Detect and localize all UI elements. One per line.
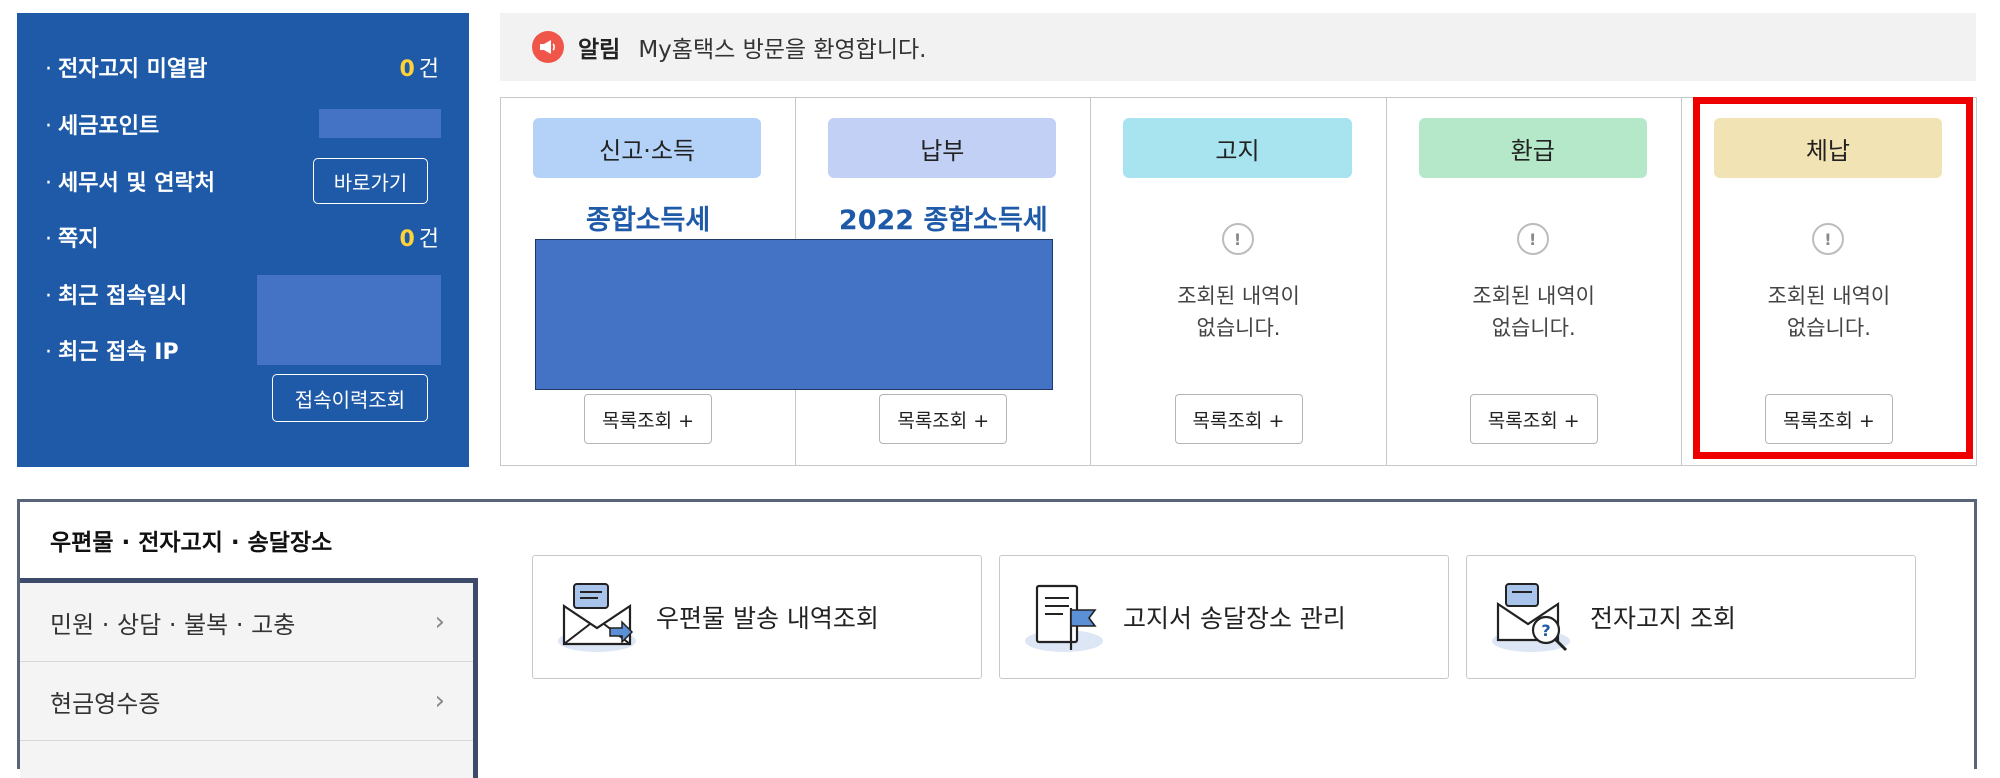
card-notice-empty: 조회된 내역이없습니다.	[1091, 280, 1385, 344]
last-ip-label: 최근 접속 IP	[58, 340, 179, 365]
card-refund-list-button[interactable]: 목록조회 +	[1469, 394, 1598, 444]
side-item-civil-complaints[interactable]: 민원 · 상담 · 불복 · 고충 ›	[20, 583, 473, 662]
side-menu: 민원 · 상담 · 불복 · 고충 › 현금영수증 ›	[20, 578, 478, 778]
profile-panel: · 전자고지 미열람 0건 · 세금포인트 · 세무서 및 연락처 바로가기 · 쪽지 …	[17, 13, 469, 467]
exclamation-icon: !	[1516, 223, 1549, 255]
unread-notices-label: 전자고지 미열람	[58, 57, 208, 82]
cards-redaction	[535, 239, 1053, 390]
delivery-address-label: 고지서 송달장소 관리	[1123, 604, 1346, 633]
notice-title: 알림	[578, 37, 621, 63]
card-arrears-empty: 조회된 내역이없습니다.	[1682, 280, 1976, 344]
login-info-redaction	[257, 275, 441, 365]
tax-points-label: 세금포인트	[58, 114, 160, 139]
card-arrears: 체납 ! 조회된 내역이없습니다. 목록조회 +	[1682, 98, 1976, 465]
megaphone-icon	[532, 31, 564, 63]
e-notice-search-button[interactable]: ? 전자고지 조회	[1466, 555, 1916, 679]
mail-send-history-button[interactable]: 우편물 발송 내역조회	[532, 555, 982, 679]
card-payment-title[interactable]: 납부	[828, 118, 1057, 178]
notice-bar: 알림 My홈택스 방문을 환영합니다.	[500, 13, 1976, 81]
empty-line-1: 조회된 내역이	[1472, 284, 1596, 308]
delivery-address-button[interactable]: 고지서 송달장소 관리	[999, 555, 1449, 679]
empty-line-1: 조회된 내역이	[1177, 284, 1300, 308]
unread-notices-count[interactable]: 0	[399, 57, 414, 82]
svg-text:?: ?	[1541, 621, 1550, 640]
bullet: ·	[45, 227, 52, 252]
card-filing-title[interactable]: 신고·소득	[533, 118, 762, 178]
messages-row[interactable]: · 쪽지 0건	[45, 217, 439, 257]
card-filing-subtitle[interactable]: 종합소득세	[501, 198, 795, 237]
notice-text: My홈택스 방문을 환영합니다.	[638, 37, 927, 63]
side-item-label: 민원 · 상담 · 불복 · 고충	[50, 610, 296, 639]
tab-mail-notice-delivery[interactable]: 우편물 · 전자고지 · 송달장소	[20, 502, 478, 578]
document-flag-icon	[1025, 578, 1103, 656]
tax-points-redaction	[319, 109, 441, 138]
mail-send-icon	[558, 578, 636, 656]
tax-office-label: 세무서 및 연락처	[58, 171, 215, 196]
unread-notices-unit: 건	[418, 57, 439, 82]
shortcut-button[interactable]: 바로가기	[313, 158, 428, 204]
unread-notices-row[interactable]: · 전자고지 미열람 0건	[45, 47, 439, 87]
empty-line-1: 조회된 내역이	[1767, 284, 1891, 308]
card-refund-empty: 조회된 내역이없습니다.	[1387, 280, 1681, 344]
mail-send-history-label: 우편물 발송 내역조회	[656, 604, 879, 633]
card-notice-list-button[interactable]: 목록조회 +	[1174, 394, 1303, 444]
bullet: ·	[45, 57, 52, 82]
chevron-right-icon: ›	[434, 686, 445, 716]
empty-line-2: 없습니다.	[1491, 316, 1576, 340]
side-item-cash-receipt[interactable]: 현금영수증 ›	[20, 662, 473, 741]
exclamation-icon: !	[1221, 223, 1254, 255]
tab-mail-notice-delivery-label: 우편물 · 전자고지 · 송달장소	[50, 530, 333, 556]
exclamation-icon: !	[1811, 223, 1844, 255]
empty-line-2: 없습니다.	[1196, 316, 1281, 340]
messages-count[interactable]: 0	[399, 227, 414, 252]
empty-line-2: 없습니다.	[1786, 316, 1871, 340]
card-refund: 환급 ! 조회된 내역이없습니다. 목록조회 +	[1387, 98, 1682, 465]
login-history-button[interactable]: 접속이력조회	[272, 374, 428, 422]
card-payment-list-button[interactable]: 목록조회 +	[879, 394, 1008, 444]
card-notice-title[interactable]: 고지	[1123, 118, 1352, 178]
bullet: ·	[45, 284, 52, 309]
messages-label: 쪽지	[58, 227, 99, 252]
bullet: ·	[45, 171, 52, 196]
chevron-right-icon: ›	[434, 607, 445, 637]
card-arrears-list-button[interactable]: 목록조회 +	[1764, 394, 1893, 444]
card-payment-subtitle[interactable]: 2022 종합소득세	[796, 198, 1090, 237]
card-notice: 고지 ! 조회된 내역이없습니다. 목록조회 +	[1091, 98, 1387, 465]
e-notice-search-label: 전자고지 조회	[1590, 604, 1736, 633]
mail-search-icon: ?	[1492, 578, 1570, 656]
card-filing-list-button[interactable]: 목록조회 +	[584, 394, 713, 444]
card-refund-title[interactable]: 환급	[1418, 118, 1647, 178]
last-login-label: 최근 접속일시	[58, 284, 188, 309]
messages-unit: 건	[418, 227, 439, 252]
bullet: ·	[45, 114, 52, 139]
bullet: ·	[45, 340, 52, 365]
card-arrears-title[interactable]: 체납	[1713, 118, 1943, 178]
side-item-label: 현금영수증	[50, 689, 161, 718]
